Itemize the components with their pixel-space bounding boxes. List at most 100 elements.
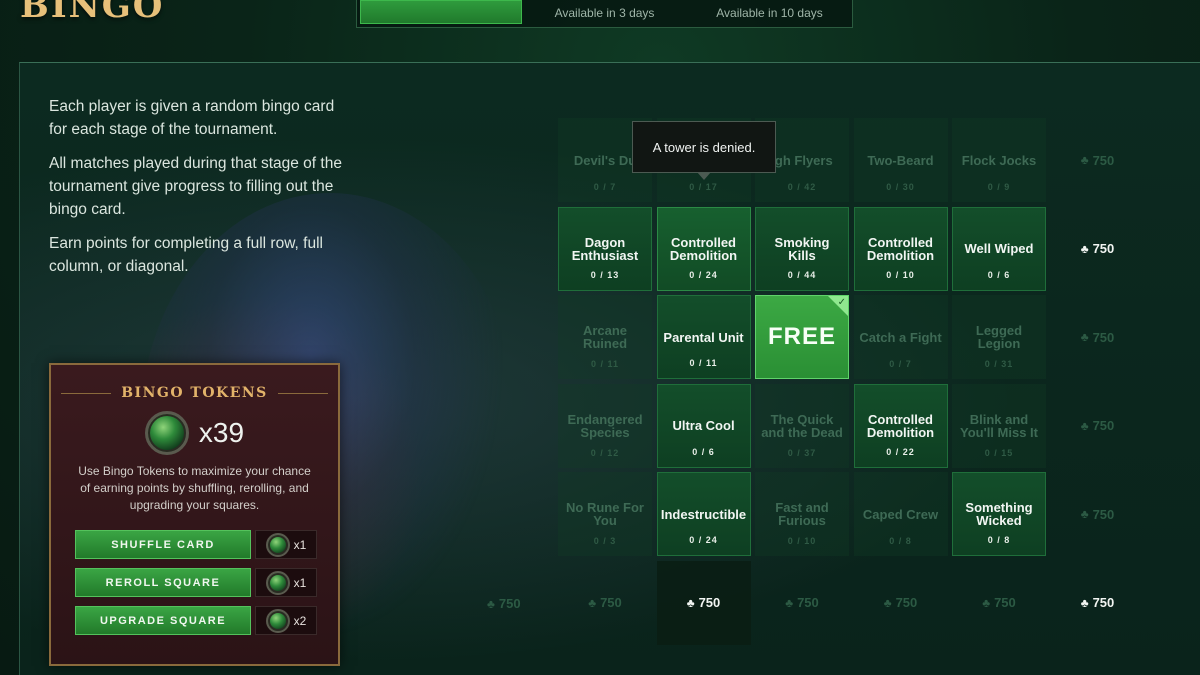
square-progress: 0 / 3 — [593, 536, 617, 546]
intro-paragraph: All matches played during that stage of … — [49, 155, 342, 218]
square-name: Arcane Ruined — [582, 323, 628, 351]
bingo-square[interactable]: Dagon Enthusiast 0 / 13 — [558, 206, 652, 291]
bingo-square[interactable]: Fast and Furious 0 / 10 — [755, 472, 849, 556]
reward: ♣ 750 — [1081, 595, 1115, 610]
reward: ♣ 750 — [588, 595, 622, 610]
bingo-square[interactable]: Controlled Demolition 0 / 24 — [656, 206, 751, 291]
square-name: Flock Jocks — [961, 152, 1037, 168]
square-name: Controlled Demolition — [866, 411, 935, 440]
bingo-square[interactable]: Arcane Ruined 0 / 11 — [558, 295, 652, 379]
upgrade-square-button[interactable]: UPGRADE SQUARE — [75, 606, 251, 635]
square-name: Caped Crew — [862, 506, 939, 522]
row-reward: ♣ 750 — [1051, 118, 1145, 202]
square-progress: 0 / 15 — [984, 447, 1014, 458]
tooltip-text: A tower is denied. — [652, 139, 756, 155]
square-name: No Rune For You — [566, 500, 644, 528]
reward: ♣ 750 — [785, 595, 819, 610]
points-icon: ♣ — [1080, 418, 1089, 433]
points-icon: ♣ — [686, 595, 695, 610]
row-reward: ♣ 750 — [1051, 384, 1145, 468]
square-name: Smoking Kills — [774, 234, 830, 263]
shuffle-card-button[interactable]: SHUFFLE CARD — [75, 530, 251, 559]
bingo-square[interactable]: Caped Crew 0 / 8 — [853, 472, 948, 556]
reward-value: 750 — [1092, 506, 1115, 522]
action-cost: x2 — [255, 606, 317, 635]
reroll-square-button[interactable]: REROLL SQUARE — [75, 568, 251, 597]
bingo-square[interactable]: Controlled Demolition 0 / 10 — [853, 206, 948, 291]
reward-value: 750 — [698, 595, 721, 610]
tab-stage-2[interactable]: Available in 3 days — [522, 0, 687, 27]
tab-stage-3[interactable]: Available in 10 days — [687, 0, 852, 27]
reward-value: 750 — [1092, 418, 1115, 433]
square-progress: 0 / 42 — [787, 182, 817, 192]
points-icon: ♣ — [1080, 507, 1089, 521]
reward: ♣ 750 — [884, 595, 918, 610]
page-title: BINGO — [20, 0, 165, 26]
intro-paragraph: Each player is given a random bingo card… — [49, 98, 335, 138]
bingo-square[interactable]: Controlled Demolition 0 / 22 — [853, 383, 948, 468]
bingo-token-icon — [265, 570, 290, 595]
bingo-square[interactable]: Well Wiped 0 / 6 — [952, 206, 1046, 291]
reward-value: 750 — [1092, 595, 1115, 610]
bingo-square[interactable]: No Rune For You 0 / 3 — [558, 472, 652, 556]
reward-value: 750 — [1092, 152, 1115, 168]
bingo-square[interactable]: Parental Unit 0 / 11 — [656, 295, 751, 379]
tokens-count: x39 — [198, 417, 245, 448]
points-icon: ♣ — [1080, 241, 1089, 256]
reward: ♣ 750 — [1081, 418, 1115, 433]
square-progress: 0 / 31 — [984, 359, 1014, 369]
square-name: Indestructible — [660, 506, 747, 522]
square-name: Dagon Enthusiast — [571, 234, 639, 263]
bingo-square[interactable]: Indestructible 0 / 24 — [656, 472, 751, 556]
bingo-square[interactable]: The Quick and the Dead 0 / 37 — [755, 383, 849, 468]
reward-value: 750 — [498, 596, 521, 611]
square-progress: 0 / 12 — [590, 447, 620, 458]
points-icon: ♣ — [1080, 153, 1089, 167]
tooltip-arrow — [697, 172, 711, 180]
bingo-token-icon — [144, 411, 189, 455]
square-progress: 0 / 13 — [590, 269, 620, 280]
bingo-square[interactable]: Ultra Cool 0 / 6 — [656, 383, 751, 468]
bingo-square[interactable]: Blink and You'll Miss It 0 / 15 — [952, 383, 1046, 468]
square-progress: 0 / 10 — [886, 269, 915, 280]
square-progress: 0 / 11 — [689, 358, 718, 368]
reward-value: 750 — [1092, 329, 1115, 345]
square-name: The Quick and the Dead — [761, 411, 843, 440]
square-progress: 0 / 6 — [692, 446, 715, 457]
square-progress: 0 / 37 — [787, 447, 817, 458]
square-name: Controlled Demolition — [669, 234, 738, 263]
square-name: Endangered Species — [567, 411, 643, 440]
square-progress: 0 / 22 — [886, 446, 915, 457]
square-progress: 0 / 44 — [787, 269, 817, 280]
bingo-token-icon — [265, 608, 290, 633]
points-icon: ♣ — [1080, 595, 1089, 610]
diagonal-reward: ♣ 750 — [487, 596, 521, 611]
action-cost: x1 — [255, 530, 317, 559]
square-progress: 0 / 6 — [987, 269, 1011, 280]
column-reward: ♣ 750 — [656, 560, 751, 645]
square-progress: 0 / 30 — [886, 182, 915, 192]
bingo-square[interactable]: Two-Beard 0 / 30 — [853, 118, 948, 202]
square-progress: 0 / 8 — [987, 535, 1011, 545]
bingo-tokens-panel: BINGO TOKENS x39 Use Bingo Tokens to max… — [49, 363, 340, 666]
intro-text: Each player is given a random bingo card… — [49, 95, 349, 289]
square-progress: 0 / 9 — [987, 182, 1011, 192]
bingo-token-icon — [265, 532, 290, 557]
bingo-square[interactable]: Catch a Fight 0 / 7 — [853, 295, 948, 379]
column-reward: ♣ 750 — [854, 561, 948, 645]
bingo-square[interactable]: Flock Jocks 0 / 9 — [952, 118, 1046, 202]
free-square[interactable]: FREE ✓ — [755, 295, 849, 379]
square-name: Devil's Du — [573, 152, 637, 168]
bingo-square[interactable]: Smoking Kills 0 / 44 — [755, 206, 849, 291]
square-progress: 0 / 10 — [787, 536, 817, 546]
tab-stage-1[interactable] — [360, 0, 522, 24]
square-name: Legged Legion — [975, 323, 1023, 351]
divider — [61, 392, 112, 394]
bingo-square[interactable]: Legged Legion 0 / 31 — [952, 295, 1046, 379]
stage-tabs: Available in 3 days Available in 10 days — [356, 0, 853, 28]
reward-value: 750 — [1092, 241, 1115, 256]
bingo-square[interactable]: Something Wicked 0 / 8 — [952, 472, 1046, 556]
reward-value: 750 — [797, 595, 819, 610]
bingo-square[interactable]: Endangered Species 0 / 12 — [558, 383, 652, 468]
reward: ♣ 750 — [982, 595, 1016, 610]
